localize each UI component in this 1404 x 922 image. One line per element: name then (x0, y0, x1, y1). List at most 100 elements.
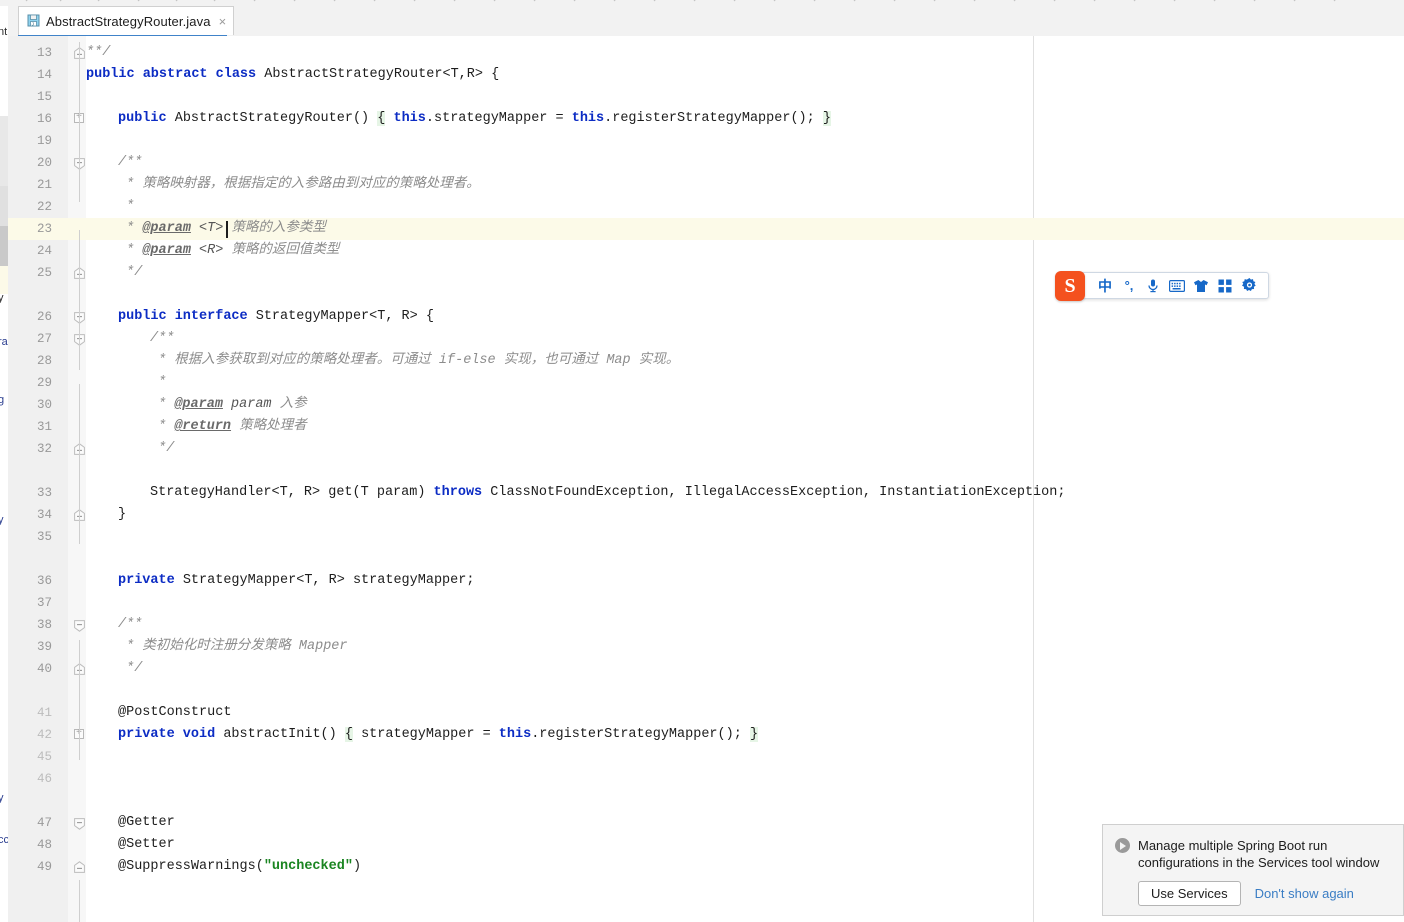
code-line[interactable]: 24 * @param <R> 策略的返回值类型 (8, 240, 1404, 262)
fold-end-icon[interactable] (74, 860, 85, 873)
toolbar-icon[interactable] (212, 0, 223, 2)
toolbar-icon[interactable] (292, 0, 303, 2)
toolbar-icon[interactable] (136, 0, 147, 2)
code-line[interactable]: 34} (8, 504, 1404, 526)
code-line[interactable]: 36 private StrategyMapper<T, R> strategyM… (8, 570, 1404, 592)
toolbar-icon[interactable] (1012, 0, 1023, 2)
left-panel-text-fragment[interactable]: g (0, 394, 4, 406)
code-line[interactable] (8, 548, 1404, 570)
code-line[interactable]: 26 public interface StrategyMapper<T, R> … (8, 306, 1404, 328)
editor-tab-abstractstrategyrouter[interactable]: J AbstractStrategyRouter.java × (18, 6, 235, 35)
code-line[interactable] (8, 460, 1404, 482)
toolbar-icon[interactable] (772, 0, 783, 2)
toolbar-icon[interactable] (732, 0, 743, 2)
line-number: 39 (36, 640, 52, 654)
fold-collapse-icon[interactable] (74, 817, 85, 830)
close-icon[interactable]: × (219, 15, 227, 28)
code-line[interactable]: 40 */ (8, 658, 1404, 680)
toolbar-icon[interactable] (612, 0, 623, 2)
language-mode-icon[interactable]: 中 (1093, 275, 1117, 297)
code-line[interactable]: 16 public AbstractStrategyRouter() { this… (8, 108, 1404, 130)
toolbar-icon[interactable] (452, 0, 463, 2)
toolbar-icon[interactable] (652, 0, 663, 2)
code-token: * 类初始化时注册分发策略 Mapper (118, 639, 348, 654)
toolbar-icon[interactable] (932, 0, 943, 2)
toolbar-icon[interactable] (252, 0, 263, 2)
toolbar-icon[interactable] (492, 0, 503, 2)
code-line[interactable]: 20 /** (8, 152, 1404, 174)
left-panel-segment (0, 266, 8, 294)
code-line[interactable]: 37 (8, 592, 1404, 614)
toolbar-icon[interactable] (1332, 0, 1343, 2)
ide-window: nt y ra g y y cc J AbstractStrategyRouter.java… (0, 0, 1404, 922)
code-line[interactable]: 14 public abstract class AbstractStrategy… (8, 64, 1404, 86)
code-line[interactable]: 42 private void abstractInit() { strategy… (8, 724, 1404, 746)
toolbar-icon[interactable] (24, 0, 35, 2)
code-line[interactable]: 32 */ (8, 438, 1404, 460)
line-number: 31 (36, 420, 52, 434)
sogou-logo-icon[interactable]: S (1055, 271, 1085, 301)
code-line[interactable] (8, 680, 1404, 702)
left-panel-text-fragment[interactable]: ra (0, 336, 8, 348)
java-file-icon: J (27, 14, 40, 28)
code-line[interactable]: 29 * (8, 372, 1404, 394)
toolbar-icon[interactable] (174, 0, 185, 2)
code-line[interactable]: 38 /** (8, 614, 1404, 636)
toolbar-icon[interactable] (972, 0, 983, 2)
toolbar-icon[interactable] (1052, 0, 1063, 2)
left-panel-text-fragment[interactable]: y (0, 792, 4, 804)
toolbar-icon[interactable] (1092, 0, 1103, 2)
code-line[interactable]: 19 (8, 130, 1404, 152)
dont-show-again-link[interactable]: Don't show again (1255, 886, 1354, 901)
code-line[interactable]: 39 * 类初始化时注册分发策略 Mapper (8, 636, 1404, 658)
toolbar-icon[interactable] (1212, 0, 1223, 2)
fold-collapse-icon[interactable] (74, 619, 85, 632)
toolbar-icon[interactable] (692, 0, 703, 2)
code-line[interactable]: 27 /** (8, 328, 1404, 350)
code-line[interactable]: 30 * @param param 入参 (8, 394, 1404, 416)
use-services-button[interactable]: Use Services (1138, 881, 1241, 906)
toolbar-icon[interactable] (332, 0, 343, 2)
sogou-ime-toolbar[interactable]: S 中 °, (1055, 271, 1269, 301)
code-line[interactable]: 45 (8, 746, 1404, 768)
code-line[interactable] (8, 790, 1404, 812)
code-token: this (393, 111, 426, 126)
code-line[interactable]: 22 * (8, 196, 1404, 218)
left-panel-text-fragment[interactable]: y (0, 514, 4, 526)
code-line-current[interactable]: 23 * @param <T> 策略的入参类型 (8, 218, 1404, 240)
skin-icon[interactable] (1189, 275, 1213, 297)
code-editor[interactable]: 13 **/14 public abstract class AbstractStr… (8, 36, 1404, 922)
code-line[interactable]: 28 * 根据入参获取到对应的策略处理者。可通过 if-else 实现，也可通过… (8, 350, 1404, 372)
toolbar-icon[interactable] (572, 0, 583, 2)
code-line[interactable]: 46 (8, 768, 1404, 790)
code-line[interactable]: 15 (8, 86, 1404, 108)
code-line[interactable]: 35 (8, 526, 1404, 548)
toolbar-icon[interactable] (852, 0, 863, 2)
toolbar-icon[interactable] (1292, 0, 1303, 2)
voice-input-icon[interactable] (1141, 275, 1165, 297)
code-line[interactable]: 21 * 策略映射器，根据指定的入参路由到对应的策略处理者。 (8, 174, 1404, 196)
toolbar-icon[interactable] (1132, 0, 1143, 2)
code-line[interactable]: 33 StrategyHandler<T, R> get(T param) thr… (8, 482, 1404, 504)
code-line[interactable]: 13 **/ (8, 42, 1404, 64)
toolbar-icon[interactable] (412, 0, 423, 2)
toolbar-icon[interactable] (812, 0, 823, 2)
soft-keyboard-icon[interactable] (1165, 275, 1189, 297)
toolbar-icon[interactable] (96, 0, 107, 2)
toolbar-icon[interactable] (1172, 0, 1183, 2)
left-panel-text-fragment[interactable]: y (0, 292, 4, 304)
left-panel-text-fragment[interactable]: nt (0, 26, 7, 38)
toolbar-icon[interactable] (892, 0, 903, 2)
spring-boot-notification[interactable]: Manage multiple Spring Boot run configur… (1102, 824, 1404, 916)
left-panel-text-fragment[interactable]: cc (0, 834, 8, 846)
settings-icon[interactable] (1237, 275, 1261, 297)
punctuation-mode-icon[interactable]: °, (1117, 275, 1141, 297)
code-token: private void (118, 727, 224, 742)
toolbox-icon[interactable] (1213, 275, 1237, 297)
code-line[interactable]: 41 @PostConstruct (8, 702, 1404, 724)
toolbar-icon[interactable] (372, 0, 383, 2)
toolbar-icon[interactable] (58, 0, 69, 2)
toolbar-icon[interactable] (1252, 0, 1263, 2)
toolbar-icon[interactable] (532, 0, 543, 2)
code-line[interactable]: 31 * @return 策略处理者 (8, 416, 1404, 438)
